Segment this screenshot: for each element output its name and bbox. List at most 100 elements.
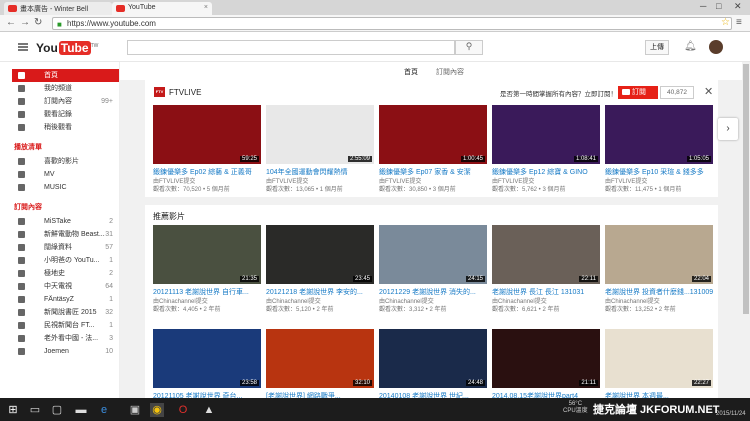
- video-thumbnail[interactable]: 22:11: [492, 225, 600, 284]
- task-view-icon[interactable]: ▢: [50, 403, 64, 417]
- search-icon[interactable]: ▭: [28, 403, 42, 417]
- next-arrow-icon[interactable]: ›: [718, 118, 738, 140]
- subscribe-button[interactable]: 訂閱: [618, 86, 658, 99]
- channel-logo[interactable]: FTV: [154, 87, 165, 97]
- sidebar-item[interactable]: MUSIC: [12, 181, 119, 194]
- video-title[interactable]: 老謝說世界 長江 長江 131031: [492, 287, 600, 296]
- video-title[interactable]: 鍛鍊優樂多 Ep07 家香 & 安潔: [379, 167, 487, 176]
- video-card[interactable]: 1:00:45 鍛鍊優樂多 Ep07 家香 & 安潔 由FTVLIVE提交 觀看次數：…: [379, 105, 487, 192]
- video-card[interactable]: 23:58 20121105 老謝說世界 奇台...: [153, 329, 261, 398]
- video-title[interactable]: 104年全國運動會閃耀熱情: [266, 167, 374, 176]
- sidebar-item[interactable]: 新聞說書匠 2015 32: [12, 306, 119, 319]
- sidebar-item[interactable]: 民視新聞台 FT... 1: [12, 319, 119, 332]
- video-title[interactable]: 20121105 老謝說世界 奇台...: [153, 391, 261, 398]
- video-card[interactable]: 23:45 20121218 老謝說世界 李安的... 由Chinachannel提…: [266, 225, 374, 312]
- video-title[interactable]: 鍛鍊優樂多 Ep12 綜寶 & GINO: [492, 167, 600, 176]
- video-card[interactable]: 22:27 老謝說世界 本週最...: [605, 329, 713, 398]
- sidebar-item[interactable]: MV: [12, 168, 119, 181]
- video-title[interactable]: 20121229 老謝說世界 消失的...: [379, 287, 487, 296]
- sidebar-item[interactable]: FÄntäsyZ 1: [12, 293, 119, 306]
- video-card[interactable]: 21:11 2014.08.15老謝說世界part4: [492, 329, 600, 398]
- youtube-logo[interactable]: You Tube TW: [36, 41, 98, 55]
- scrollbar-thumb[interactable]: [743, 64, 749, 314]
- opera-icon[interactable]: O: [176, 403, 190, 417]
- video-card[interactable]: 1:08:41 鍛鍊優樂多 Ep12 綜寶 & GINO 由FTVLIVE提交 觀看次…: [492, 105, 600, 192]
- sidebar-item[interactable]: 中天電視 64: [12, 280, 119, 293]
- avatar[interactable]: [709, 40, 723, 54]
- store-icon[interactable]: ▣: [128, 403, 142, 417]
- guide-menu-icon[interactable]: [18, 43, 28, 51]
- video-card[interactable]: 22:04 老謝說世界 投資者什麼錢...131009 由Chinachannel提…: [605, 225, 713, 312]
- video-thumbnail[interactable]: 59:25: [153, 105, 261, 164]
- video-title[interactable]: 鍛鍊優樂多 Ep02 綜藝 & 正義哥: [153, 167, 261, 176]
- channel-name[interactable]: FTVLIVE: [169, 88, 201, 97]
- sidebar-item[interactable]: 闊綠資料 57: [12, 241, 119, 254]
- chrome-icon[interactable]: ◉: [150, 403, 164, 417]
- sidebar-item[interactable]: MiSTake 2: [12, 215, 119, 228]
- folder-icon[interactable]: ▬: [74, 403, 88, 417]
- tab-subscriptions[interactable]: 訂閱內容: [436, 67, 464, 77]
- sidebar-item[interactable]: 老外看中國 - 法... 3: [12, 332, 119, 345]
- video-title[interactable]: [老謝說世界] 網路戰爭...: [266, 391, 374, 398]
- close-window-icon[interactable]: ✕: [734, 1, 742, 12]
- video-title[interactable]: 老謝說世界 本週最...: [605, 391, 713, 398]
- video-card[interactable]: 32:10 [老謝說世界] 網路戰爭...: [266, 329, 374, 398]
- sidebar-item[interactable]: 我的頻道: [12, 82, 119, 95]
- sidebar-item[interactable]: 首頁: [12, 69, 119, 82]
- video-thumbnail[interactable]: 22:04: [605, 225, 713, 284]
- browser-tab-2[interactable]: YouTube ×: [112, 2, 212, 15]
- sidebar-item[interactable]: 喜歡的影片: [12, 155, 119, 168]
- search-button[interactable]: ⚲: [455, 40, 483, 55]
- address-bar[interactable]: ■ https://www.youtube.com: [52, 17, 732, 30]
- edge-icon[interactable]: e: [97, 403, 111, 417]
- video-title[interactable]: 20121218 老謝說世界 李安的...: [266, 287, 374, 296]
- back-icon[interactable]: ←: [6, 17, 16, 28]
- video-card[interactable]: 24:15 20121229 老謝說世界 消失的... 由Chinachannel提…: [379, 225, 487, 312]
- bell-icon[interactable]: 🔔︎: [684, 41, 697, 52]
- sidebar-item[interactable]: 極地史 2: [12, 267, 119, 280]
- photos-icon[interactable]: ▲: [202, 403, 216, 417]
- video-title[interactable]: 20121113 老謝說世界 自行車...: [153, 287, 261, 296]
- windows-start-icon[interactable]: ⊞: [6, 403, 20, 417]
- video-title[interactable]: 2014.08.15老謝說世界part4: [492, 391, 600, 398]
- sidebar-item[interactable]: 訂閱內容 99+: [12, 95, 119, 108]
- video-thumbnail[interactable]: 32:10: [266, 329, 374, 388]
- video-thumbnail[interactable]: 2:55:09: [266, 105, 374, 164]
- video-title[interactable]: 鍛鍊優樂多 Ep10 采瑄 & 錢多多: [605, 167, 713, 176]
- close-icon[interactable]: ✕: [704, 85, 713, 98]
- search-input[interactable]: [127, 40, 455, 55]
- video-thumbnail[interactable]: 24:15: [379, 225, 487, 284]
- video-card[interactable]: 2:55:09 104年全國運動會閃耀熱情 由FTVLIVE提交 觀看次數：13,06…: [266, 105, 374, 192]
- sidebar-item[interactable]: 新鮮電動物 Beast... 31: [12, 228, 119, 241]
- star-icon[interactable]: ☆: [721, 17, 730, 28]
- maximize-icon[interactable]: □: [716, 1, 721, 11]
- video-card[interactable]: 24:48 20140108 老謝說世界 世紀...: [379, 329, 487, 398]
- menu-icon[interactable]: ≡: [736, 17, 742, 28]
- video-thumbnail[interactable]: 24:48: [379, 329, 487, 388]
- upload-button[interactable]: 上傳: [645, 40, 669, 55]
- video-card[interactable]: 59:25 鍛鍊優樂多 Ep02 綜藝 & 正義哥 由FTVLIVE提交 觀看次數：7…: [153, 105, 261, 192]
- video-thumbnail[interactable]: 23:45: [266, 225, 374, 284]
- video-title[interactable]: 20140108 老謝說世界 世紀...: [379, 391, 487, 398]
- video-card[interactable]: 1:05:05 鍛鍊優樂多 Ep10 采瑄 & 錢多多 由FTVLIVE提交 觀看次數…: [605, 105, 713, 192]
- video-card[interactable]: 21:35 20121113 老謝說世界 自行車... 由Chinachannel提…: [153, 225, 261, 312]
- video-thumbnail[interactable]: 21:35: [153, 225, 261, 284]
- sidebar-item[interactable]: Joemen 10: [12, 345, 119, 358]
- close-tab-icon[interactable]: ×: [204, 4, 208, 11]
- video-thumbnail[interactable]: 1:05:05: [605, 105, 713, 164]
- forward-icon[interactable]: →: [20, 17, 30, 28]
- video-thumbnail[interactable]: 21:11: [492, 329, 600, 388]
- video-duration: 22:27: [691, 380, 711, 386]
- sidebar-item[interactable]: 稍後觀看: [12, 121, 119, 134]
- minimize-icon[interactable]: ─: [700, 1, 706, 11]
- video-thumbnail[interactable]: 22:27: [605, 329, 713, 388]
- browser-tab-1[interactable]: 畫本廣告 - Winter Bell: [4, 2, 112, 15]
- video-thumbnail[interactable]: 1:08:41: [492, 105, 600, 164]
- video-title[interactable]: 老謝說世界 投資者什麼錢...131009: [605, 287, 713, 296]
- reload-icon[interactable]: ↻: [34, 17, 42, 28]
- video-thumbnail[interactable]: 23:58: [153, 329, 261, 388]
- video-thumbnail[interactable]: 1:00:45: [379, 105, 487, 164]
- sidebar-item[interactable]: 小明爸の YouTu... 1: [12, 254, 119, 267]
- sidebar-item[interactable]: 觀看記錄: [12, 108, 119, 121]
- video-card[interactable]: 22:11 老謝說世界 長江 長江 131031 由Chinachannel提交 觀看…: [492, 225, 600, 312]
